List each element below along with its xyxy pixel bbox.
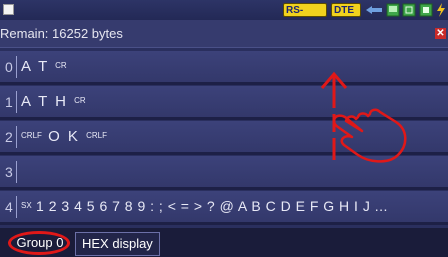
highlight-ellipse <box>8 231 70 255</box>
hand-swipe-icon <box>320 71 407 163</box>
hex-display-button[interactable]: HEX display <box>75 232 160 256</box>
screen: RS-232C DTE Remain: 16252 bytes ✕ 0 A T … <box>0 0 448 257</box>
